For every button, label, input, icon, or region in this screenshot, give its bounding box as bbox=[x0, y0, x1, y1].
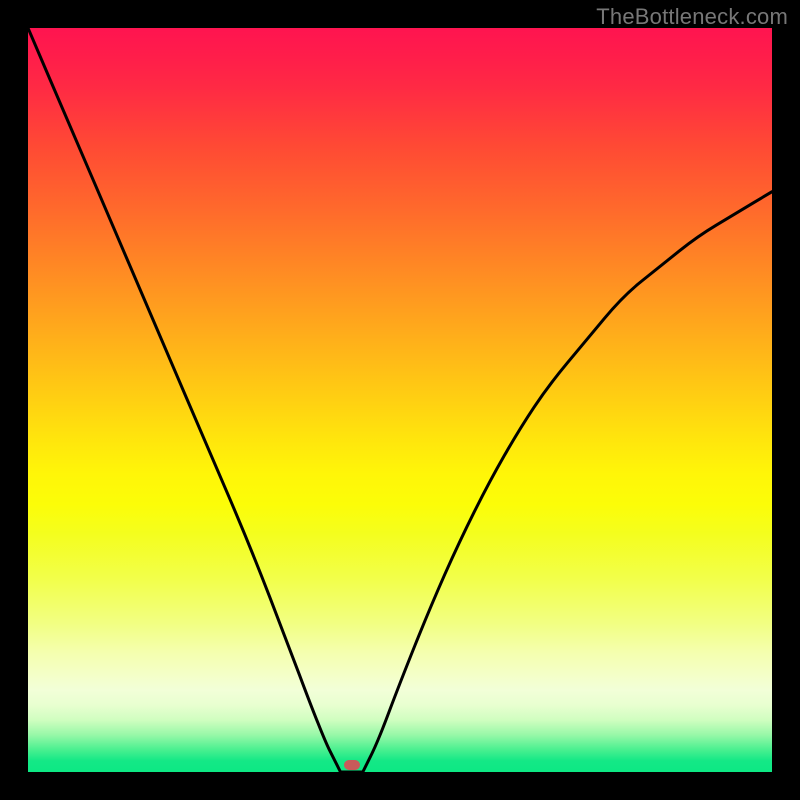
curve-svg bbox=[28, 28, 772, 772]
chart-frame: TheBottleneck.com bbox=[0, 0, 800, 800]
watermark-text: TheBottleneck.com bbox=[596, 4, 788, 30]
plot-area bbox=[28, 28, 772, 772]
bottleneck-curve bbox=[28, 28, 772, 772]
minimum-marker bbox=[344, 760, 360, 770]
